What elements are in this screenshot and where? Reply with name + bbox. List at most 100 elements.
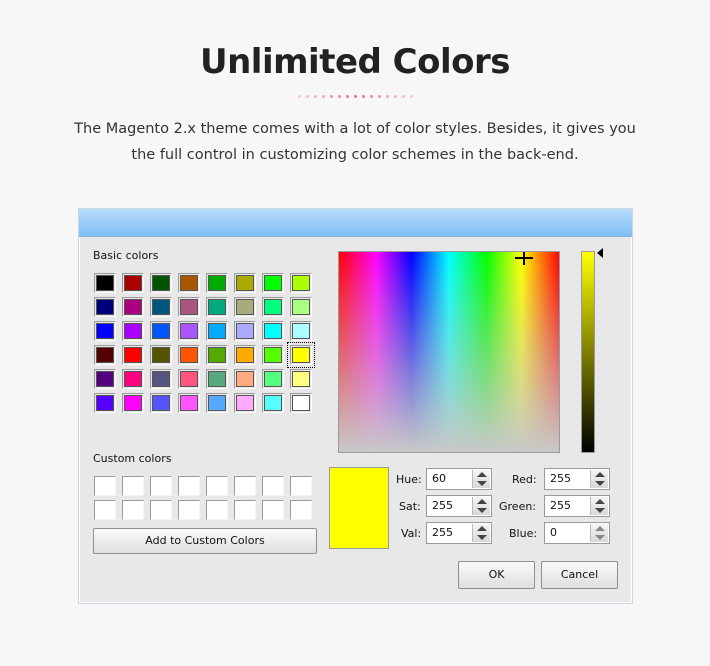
basic-color-swatch[interactable] <box>150 369 172 389</box>
basic-color-swatch[interactable] <box>94 273 116 293</box>
divider-dot <box>297 95 301 98</box>
basic-color-swatch[interactable] <box>290 297 312 317</box>
divider-dot <box>385 95 389 98</box>
basic-color-swatch[interactable] <box>178 393 200 413</box>
cancel-button[interactable]: Cancel <box>541 561 618 589</box>
basic-color-swatch[interactable] <box>262 297 284 317</box>
basic-color-swatch[interactable] <box>206 369 228 389</box>
basic-color-swatch[interactable] <box>262 321 284 341</box>
custom-color-slot[interactable] <box>206 500 228 520</box>
basic-color-swatch[interactable] <box>122 321 144 341</box>
basic-color-swatch[interactable] <box>150 273 172 293</box>
sat-label: Sat: <box>399 500 421 513</box>
basic-color-swatch[interactable] <box>206 273 228 293</box>
spin-arrows-icon[interactable] <box>590 524 608 542</box>
val-label: Val: <box>401 527 422 540</box>
ok-button[interactable]: OK <box>458 561 535 589</box>
hue-spinbox[interactable]: 60 <box>426 468 492 490</box>
value-slider[interactable] <box>581 251 595 453</box>
green-spinbox[interactable]: 255 <box>544 495 610 517</box>
sat-spinbox[interactable]: 255 <box>426 495 492 517</box>
divider-dot <box>345 95 349 98</box>
add-to-custom-colors-button[interactable]: Add to Custom Colors <box>93 528 317 554</box>
basic-color-swatch[interactable] <box>234 321 256 341</box>
divider-dot <box>337 95 341 98</box>
custom-color-slot[interactable] <box>178 500 200 520</box>
divider-dot <box>305 95 309 98</box>
divider-dot <box>393 95 397 98</box>
basic-color-swatch[interactable] <box>234 369 256 389</box>
basic-color-swatch[interactable] <box>234 345 256 365</box>
basic-color-swatch[interactable] <box>290 273 312 293</box>
basic-color-swatch[interactable] <box>234 297 256 317</box>
basic-colors-label: Basic colors <box>93 249 159 262</box>
basic-color-swatch[interactable] <box>178 297 200 317</box>
basic-color-swatch[interactable] <box>287 342 315 368</box>
custom-color-slot[interactable] <box>234 500 256 520</box>
color-spectrum[interactable] <box>338 251 560 453</box>
basic-color-swatch[interactable] <box>290 369 312 389</box>
basic-color-swatch[interactable] <box>150 393 172 413</box>
basic-color-swatch[interactable] <box>150 297 172 317</box>
custom-color-slot[interactable] <box>234 476 256 496</box>
basic-color-swatch[interactable] <box>262 393 284 413</box>
basic-color-swatch[interactable] <box>122 393 144 413</box>
red-spinbox[interactable]: 255 <box>544 468 610 490</box>
basic-color-swatch[interactable] <box>150 321 172 341</box>
basic-color-swatch[interactable] <box>234 393 256 413</box>
basic-color-swatch[interactable] <box>262 345 284 365</box>
divider-dot <box>401 95 405 98</box>
spin-arrows-icon[interactable] <box>590 497 608 515</box>
spin-arrows-icon[interactable] <box>472 524 490 542</box>
basic-color-swatch[interactable] <box>94 297 116 317</box>
custom-color-slot[interactable] <box>150 476 172 496</box>
basic-color-swatch[interactable] <box>290 321 312 341</box>
spin-arrows-icon[interactable] <box>472 497 490 515</box>
custom-color-slot[interactable] <box>290 476 312 496</box>
blue-spinbox[interactable]: 0 <box>544 522 610 544</box>
basic-color-swatch[interactable] <box>178 369 200 389</box>
basic-color-swatch[interactable] <box>94 393 116 413</box>
basic-color-swatch[interactable] <box>262 273 284 293</box>
green-label: Green: <box>499 500 537 513</box>
red-label: Red: <box>512 473 537 486</box>
custom-color-slot[interactable] <box>290 500 312 520</box>
custom-color-slot[interactable] <box>122 500 144 520</box>
basic-color-swatch[interactable] <box>122 345 144 365</box>
basic-color-swatch[interactable] <box>178 273 200 293</box>
basic-color-swatch[interactable] <box>150 345 172 365</box>
custom-color-slot[interactable] <box>150 500 172 520</box>
basic-color-swatch[interactable] <box>206 393 228 413</box>
slider-arrow-icon[interactable] <box>597 248 603 258</box>
basic-color-swatch[interactable] <box>290 393 312 413</box>
basic-color-swatch[interactable] <box>94 321 116 341</box>
basic-color-swatch[interactable] <box>122 369 144 389</box>
spin-arrows-icon[interactable] <box>590 470 608 488</box>
spin-arrows-icon[interactable] <box>472 470 490 488</box>
custom-color-slot[interactable] <box>206 476 228 496</box>
divider-dot <box>361 95 365 98</box>
basic-color-swatch[interactable] <box>234 273 256 293</box>
custom-color-slot[interactable] <box>262 476 284 496</box>
custom-color-slot[interactable] <box>262 500 284 520</box>
val-spinbox[interactable]: 255 <box>426 522 492 544</box>
page-description: The Magento 2.x theme comes with a lot o… <box>74 121 636 163</box>
basic-color-swatch[interactable] <box>94 369 116 389</box>
basic-color-swatch[interactable] <box>178 321 200 341</box>
basic-color-swatch[interactable] <box>262 369 284 389</box>
basic-color-swatch[interactable] <box>122 273 144 293</box>
custom-color-slot[interactable] <box>94 476 116 496</box>
custom-color-slot[interactable] <box>94 500 116 520</box>
dialog-titlebar[interactable] <box>79 209 632 237</box>
basic-color-swatch[interactable] <box>206 321 228 341</box>
custom-color-slot[interactable] <box>122 476 144 496</box>
basic-color-swatch[interactable] <box>94 345 116 365</box>
basic-color-swatch[interactable] <box>206 297 228 317</box>
basic-color-swatch[interactable] <box>122 297 144 317</box>
basic-color-swatch[interactable] <box>206 345 228 365</box>
custom-color-slot[interactable] <box>178 476 200 496</box>
divider-dot <box>353 95 357 98</box>
basic-color-swatch[interactable] <box>178 345 200 365</box>
page-title: Unlimited Colors <box>199 42 511 82</box>
color-preview <box>329 467 389 549</box>
